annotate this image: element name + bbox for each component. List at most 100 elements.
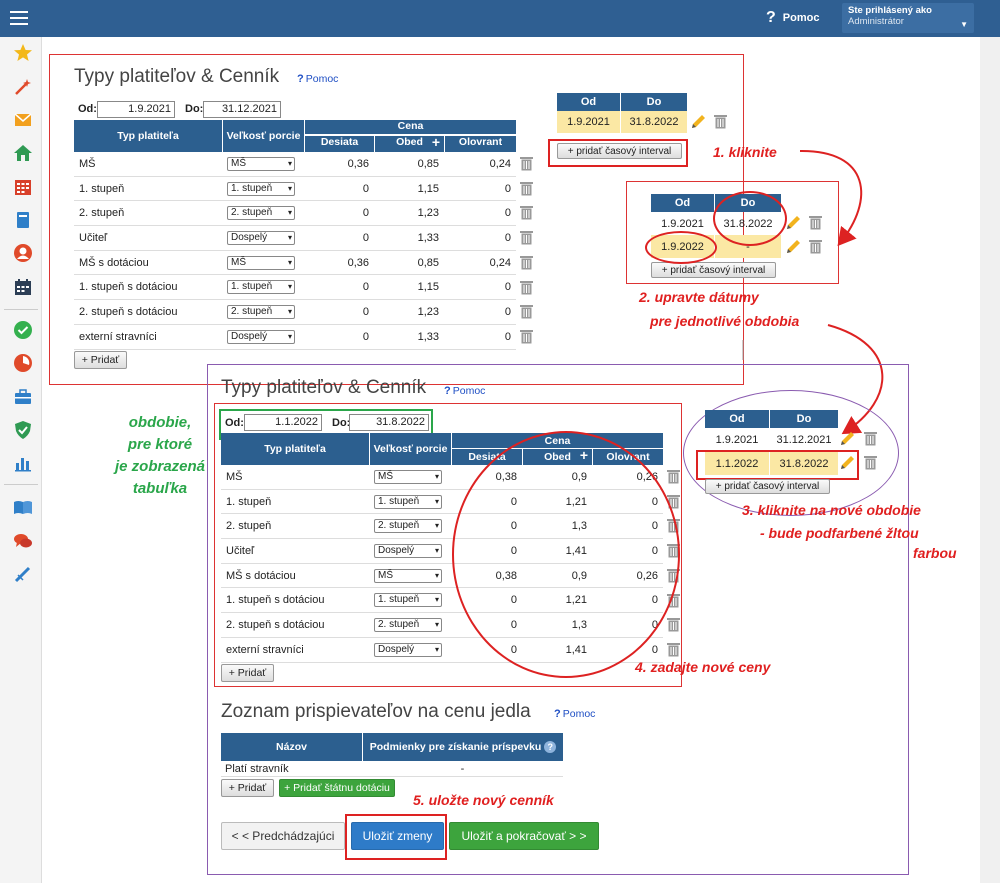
pencil-icon[interactable] — [839, 455, 855, 471]
trash-icon[interactable] — [667, 617, 680, 632]
pencil-icon[interactable] — [690, 114, 706, 130]
do-date-input[interactable]: 31.8.2022 — [349, 414, 429, 431]
olovrant-cell[interactable]: 0 — [444, 325, 516, 350]
plus-icon[interactable]: + — [432, 134, 440, 150]
obed-cell[interactable]: 1,15 — [374, 276, 444, 301]
check-circle-icon[interactable] — [13, 320, 33, 340]
portion-select[interactable]: 1. stupeň ▾ — [227, 280, 295, 295]
user-menu[interactable]: Ste prihlásený ako Administrátor ▼ — [842, 3, 974, 33]
trash-icon[interactable] — [520, 329, 533, 344]
trash-icon[interactable] — [667, 469, 680, 484]
period-do-cell[interactable]: 31.8.2022 — [621, 111, 687, 133]
desiata-cell[interactable]: 0 — [304, 300, 374, 325]
desiata-cell[interactable]: 0 — [304, 276, 374, 301]
help-link[interactable]: ? Pomoc — [297, 73, 338, 85]
trash-icon[interactable] — [667, 642, 680, 657]
question-icon[interactable]: ? — [544, 741, 557, 753]
trash-icon[interactable] — [714, 114, 727, 129]
trash-icon[interactable] — [864, 431, 877, 446]
chart-pie-icon[interactable] — [13, 353, 33, 373]
trash-icon[interactable] — [520, 304, 533, 319]
menu-icon[interactable] — [8, 7, 34, 29]
desiata-cell[interactable]: 0 — [304, 226, 374, 251]
open-book-icon[interactable] — [13, 497, 33, 517]
chat-icon[interactable] — [13, 531, 33, 551]
help-link[interactable]: ? Pomoc — [444, 385, 485, 397]
trash-icon[interactable] — [520, 230, 533, 245]
add-state-subsidy-button[interactable]: + Pridať štátnu dotáciu — [279, 779, 395, 797]
olovrant-cell[interactable]: 0 — [444, 177, 516, 202]
olovrant-cell[interactable]: 0,24 — [444, 152, 516, 177]
portion-select[interactable]: 1. stupeň ▾ — [227, 181, 295, 196]
portion-select[interactable]: Dospelý ▾ — [374, 642, 442, 657]
portion-select[interactable]: MŠ ▾ — [374, 469, 442, 484]
trash-icon[interactable] — [809, 239, 822, 254]
trash-icon[interactable] — [864, 455, 877, 470]
trash-icon[interactable] — [809, 215, 822, 230]
add-contributor-button[interactable]: + Pridať — [221, 779, 274, 797]
portion-select[interactable]: 1. stupeň ▾ — [374, 494, 442, 509]
portion-select[interactable]: MŠ ▾ — [374, 568, 442, 583]
trash-icon[interactable] — [520, 156, 533, 171]
pencil-icon[interactable] — [785, 239, 801, 255]
scrollbar[interactable] — [980, 37, 1000, 883]
calendar-grid-icon[interactable] — [13, 177, 33, 197]
pencil-icon[interactable] — [785, 215, 801, 231]
od-date-input[interactable]: 1.9.2021 — [97, 101, 175, 118]
olovrant-cell[interactable]: 0 — [444, 201, 516, 227]
olovrant-cell[interactable]: 0 — [444, 226, 516, 251]
magic-wand-icon[interactable] — [13, 77, 33, 97]
portion-select[interactable]: 2. stupeň ▾ — [374, 519, 442, 534]
briefcase-icon[interactable] — [13, 387, 33, 407]
do-date-input[interactable]: 31.12.2021 — [203, 101, 281, 118]
trash-icon[interactable] — [520, 255, 533, 270]
help-link[interactable]: ? Pomoc — [554, 708, 595, 720]
add-row-button[interactable]: + Pridať — [74, 351, 127, 369]
star-icon[interactable] — [13, 43, 33, 63]
portion-select[interactable]: 1. stupeň ▾ — [374, 593, 442, 608]
desiata-cell[interactable]: 0 — [304, 177, 374, 202]
desiata-cell[interactable]: 0 — [304, 201, 374, 227]
period-do-cell[interactable]: 31.12.2021 — [770, 428, 838, 451]
portion-select[interactable]: MŠ ▾ — [227, 156, 295, 171]
olovrant-cell[interactable]: 0 — [444, 300, 516, 325]
envelope-icon[interactable] — [13, 110, 33, 130]
desiata-cell[interactable]: 0,36 — [304, 251, 374, 276]
trash-icon[interactable] — [520, 181, 533, 196]
desiata-cell[interactable]: 0 — [304, 325, 374, 350]
previous-button[interactable]: < < Predchádzajúci — [221, 822, 345, 850]
obed-cell[interactable]: 1,23 — [374, 201, 444, 227]
pen-icon[interactable] — [13, 564, 33, 584]
user-circle-icon[interactable] — [13, 243, 33, 263]
portion-select[interactable]: Dospelý ▾ — [227, 329, 295, 344]
desiata-cell[interactable]: 0,36 — [304, 152, 374, 177]
book-icon[interactable] — [13, 210, 33, 230]
portion-select[interactable]: Dospelý ▾ — [374, 543, 442, 558]
add-interval-button[interactable]: + pridať časový interval — [705, 479, 830, 494]
obed-cell[interactable]: 0,85 — [374, 152, 444, 177]
period-od-cell[interactable]: 1.9.2021 — [705, 428, 769, 451]
home-icon[interactable] — [13, 143, 33, 163]
bar-chart-icon[interactable] — [13, 453, 33, 473]
obed-cell[interactable]: 1,33 — [374, 226, 444, 251]
trash-icon[interactable] — [520, 205, 533, 220]
obed-cell[interactable]: 0,85 — [374, 251, 444, 276]
portion-select[interactable]: Dospelý ▾ — [227, 230, 295, 245]
olovrant-cell[interactable]: 0,24 — [444, 251, 516, 276]
calendar-icon[interactable] — [13, 277, 33, 297]
trash-icon[interactable] — [520, 280, 533, 295]
obed-cell[interactable]: 1,33 — [374, 325, 444, 350]
portion-select[interactable]: 2. stupeň ▾ — [227, 305, 295, 320]
obed-cell[interactable]: 1,15 — [374, 177, 444, 202]
shield-icon[interactable] — [13, 420, 33, 440]
period-od-cell[interactable]: 1.9.2021 — [557, 111, 620, 133]
portion-select[interactable]: 2. stupeň ▾ — [227, 206, 295, 221]
obed-cell[interactable]: 1,23 — [374, 300, 444, 325]
pencil-icon[interactable] — [839, 431, 855, 447]
help-link[interactable]: ? Pomoc — [766, 9, 819, 27]
portion-select[interactable]: MŠ ▾ — [227, 255, 295, 270]
save-continue-button[interactable]: Uložiť a pokračovať > > — [449, 822, 599, 850]
add-row-button[interactable]: + Pridať — [221, 664, 274, 682]
od-date-input[interactable]: 1.1.2022 — [244, 414, 322, 431]
add-interval-button[interactable]: + pridať časový interval — [651, 262, 776, 278]
